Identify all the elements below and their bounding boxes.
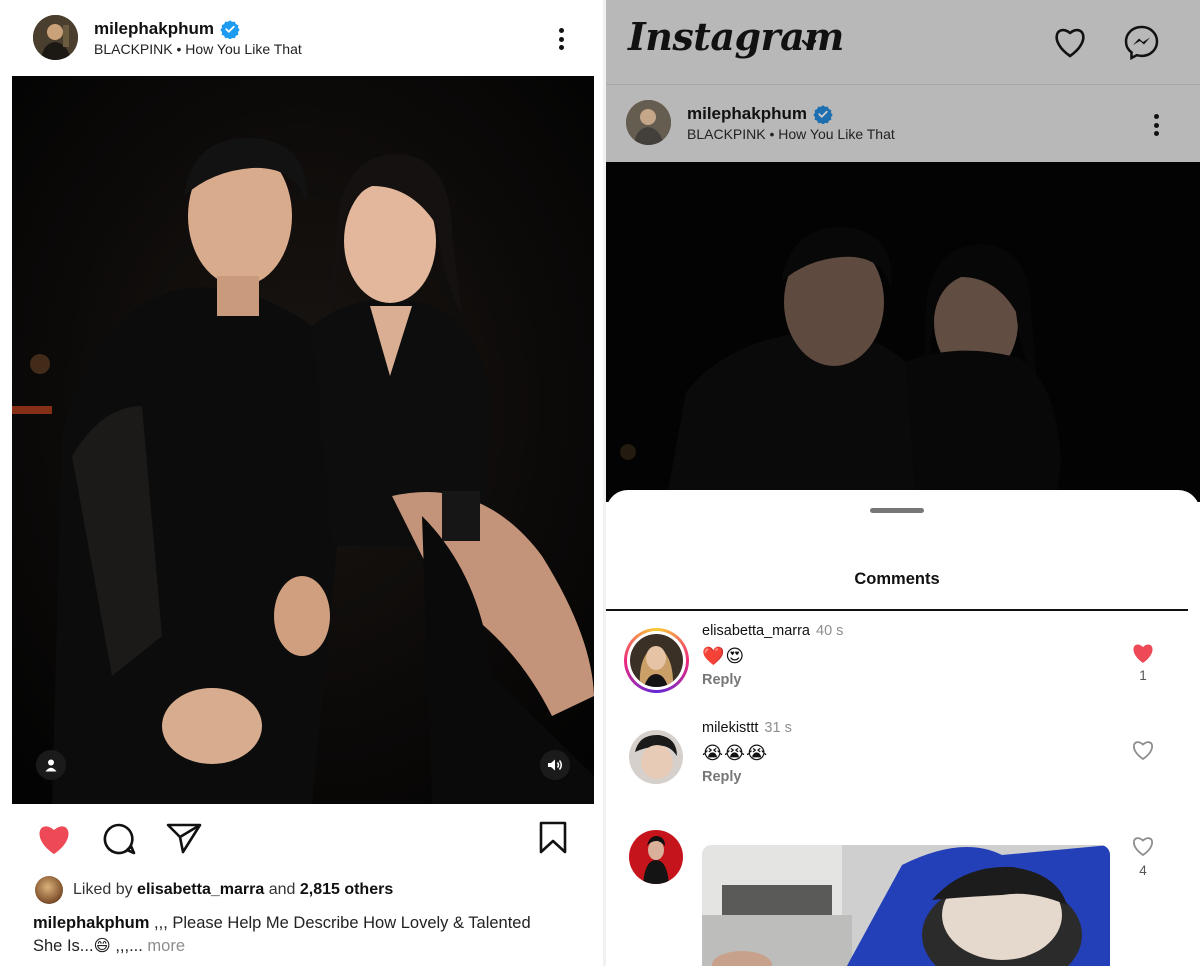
post-header: milephakphum BLACKPINK • How You Like Th… xyxy=(626,100,895,145)
comment-bubble-icon xyxy=(103,823,136,855)
liked-by-prefix: Liked by xyxy=(73,881,133,898)
share-button[interactable] xyxy=(166,822,202,859)
heart-filled-icon xyxy=(1133,644,1153,663)
comment-text: 😭😭😭 xyxy=(702,743,769,763)
comment-header: milekisttt 31 s xyxy=(702,720,792,736)
comment-like-button[interactable] xyxy=(1130,642,1156,669)
messenger-icon xyxy=(1124,25,1159,61)
heart-outline-icon xyxy=(1133,837,1153,857)
more-vertical-icon[interactable] xyxy=(1144,110,1168,140)
app-header-dimmed: Instagram milephakphum BLACKPINK • How Y… xyxy=(606,0,1200,162)
verified-badge-icon xyxy=(220,19,240,39)
username[interactable]: milephakphum xyxy=(94,19,214,39)
comment-button[interactable] xyxy=(102,822,136,861)
save-button[interactable] xyxy=(538,821,568,860)
chevron-down-icon[interactable] xyxy=(800,38,818,50)
username[interactable]: milephakphum xyxy=(687,104,807,124)
caption-more-link[interactable]: more xyxy=(147,937,185,955)
messenger-button[interactable] xyxy=(1124,25,1159,65)
sheet-drag-handle[interactable] xyxy=(870,508,924,513)
comments-sheet: Comments elisabetta_marra 40 s ❤️😍 Reply xyxy=(606,490,1200,966)
comment-time: 31 s xyxy=(764,720,792,736)
bookmark-icon xyxy=(539,821,567,854)
comment-media-image[interactable] xyxy=(702,845,1110,966)
caption-username[interactable]: milephakphum xyxy=(33,914,149,932)
like-button[interactable] xyxy=(36,822,72,860)
heart-outline-icon xyxy=(1055,28,1085,58)
comment-header: elisabetta_marra 40 s xyxy=(702,623,843,639)
comment-time: 40 s xyxy=(816,623,844,639)
more-vertical-icon[interactable] xyxy=(549,24,573,54)
sheet-title: Comments xyxy=(854,570,940,588)
paper-plane-icon xyxy=(166,823,202,854)
reply-button[interactable]: Reply xyxy=(702,672,742,688)
reply-button[interactable]: Reply xyxy=(702,769,742,785)
comment-username[interactable]: milekisttt xyxy=(702,720,758,736)
avatar[interactable] xyxy=(626,100,671,145)
comments-panel: Instagram milephakphum BLACKPINK • How Y… xyxy=(606,0,1200,966)
liked-by-others[interactable]: 2,815 others xyxy=(300,881,393,898)
post-header: milephakphum BLACKPINK • How You Like Th… xyxy=(33,15,302,60)
likes-summary[interactable]: Liked by elisabetta_marra and 2,815 othe… xyxy=(35,876,393,904)
speaker-icon[interactable] xyxy=(540,750,570,780)
audio-subtitle[interactable]: BLACKPINK • How You Like That xyxy=(94,41,302,57)
post-photo[interactable] xyxy=(12,76,594,804)
audio-subtitle[interactable]: BLACKPINK • How You Like That xyxy=(687,126,895,142)
avatar[interactable] xyxy=(629,730,683,784)
verified-badge-icon xyxy=(813,104,833,124)
post-caption: milephakphum ,,, Please Help Me Describe… xyxy=(33,912,563,958)
comment-like-button[interactable] xyxy=(1130,835,1156,862)
heart-filled-icon xyxy=(39,826,69,854)
user-tag-icon[interactable] xyxy=(36,750,66,780)
comment-like-button[interactable] xyxy=(1130,739,1156,766)
comment-like-count: 1 xyxy=(1139,668,1147,683)
avatar[interactable] xyxy=(35,876,63,904)
post-panel: milephakphum BLACKPINK • How You Like Th… xyxy=(0,0,603,966)
liked-by-user[interactable]: elisabetta_marra xyxy=(137,881,264,898)
liked-by-and: and xyxy=(268,881,296,898)
notifications-button[interactable] xyxy=(1052,26,1088,63)
comment-text: ❤️😍 xyxy=(702,646,746,666)
heart-outline-icon xyxy=(1133,741,1153,761)
avatar[interactable] xyxy=(629,830,683,884)
avatar[interactable] xyxy=(33,15,78,60)
instagram-logo[interactable]: Instagram xyxy=(628,14,844,59)
post-photo-dimmed xyxy=(606,162,1200,502)
comment-username[interactable]: elisabetta_marra xyxy=(702,623,810,639)
header-divider xyxy=(606,84,1200,85)
comment-like-count: 4 xyxy=(1139,863,1147,878)
sheet-divider xyxy=(606,609,1188,611)
story-ring[interactable] xyxy=(624,628,689,693)
avatar xyxy=(630,634,683,687)
